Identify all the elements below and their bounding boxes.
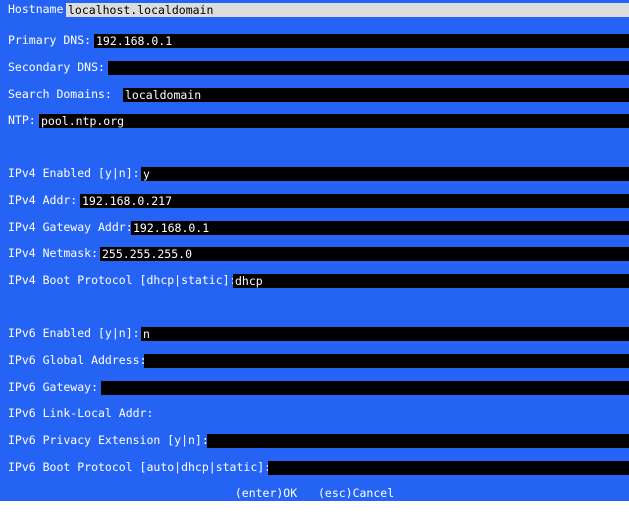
ipv6-boot-protocol-row: IPv6 Boot Protocol [auto|dhcp|static]: (0, 460, 629, 475)
ipv4-netmask-field[interactable]: 255.255.255.0 (100, 247, 629, 261)
hint-separator (304, 486, 311, 500)
ipv4-netmask-label: IPv4 Netmask: (8, 246, 105, 260)
ipv4-boot-protocol-label: IPv4 Boot Protocol [dhcp|static]: (8, 273, 244, 287)
search-domains-field[interactable]: localdomain (123, 88, 629, 102)
primary-dns-label: Primary DNS: (8, 33, 99, 47)
hostname-field[interactable]: localhost.localdomain (66, 3, 629, 17)
ntp-field[interactable]: pool.ntp.org (39, 114, 629, 128)
ntp-row: NTP: pool.ntp.org (0, 113, 629, 128)
ipv6-boot-protocol-label: IPv6 Boot Protocol [auto|dhcp|static]: (8, 460, 279, 474)
secondary-dns-row: Secondary DNS: (0, 60, 629, 75)
search-domains-row: Search Domains: localdomain (0, 87, 629, 102)
ipv6-gateway-row: IPv6 Gateway: (0, 380, 629, 395)
ipv6-global-address-row: IPv6 Global Address: (0, 353, 629, 368)
hostname-row: Hostname: localhost.localdomain (0, 2, 629, 17)
ipv4-enabled-field[interactable]: y (141, 167, 629, 181)
ipv4-enabled-label: IPv4 Enabled [y|n]: (8, 166, 147, 180)
ipv4-boot-protocol-field[interactable]: dhcp (233, 274, 629, 288)
cancel-key-hint[interactable]: (esc)Cancel (318, 486, 394, 500)
ipv6-privacy-extension-row: IPv6 Privacy Extension [y|n]: (0, 433, 629, 448)
ipv4-gateway-label: IPv4 Gateway Addr: (8, 220, 140, 234)
key-hints-footer: (enter)OK (esc)Cancel (0, 485, 629, 501)
ipv6-gateway-label: IPv6 Gateway: (8, 380, 105, 394)
ipv6-privacy-extension-label: IPv6 Privacy Extension [y|n]: (8, 433, 216, 447)
ipv6-enabled-label: IPv6 Enabled [y|n]: (8, 326, 147, 340)
ipv6-privacy-extension-field[interactable] (207, 434, 629, 448)
ipv4-enabled-row: IPv4 Enabled [y|n]: y (0, 166, 629, 181)
ok-key-hint[interactable]: (enter)OK (235, 486, 297, 500)
ipv6-link-local-label: IPv6 Link-Local Addr: (8, 406, 161, 420)
ipv6-gateway-field[interactable] (101, 381, 629, 395)
ipv4-boot-protocol-row: IPv4 Boot Protocol [dhcp|static]: dhcp (0, 273, 629, 288)
ipv4-addr-field[interactable]: 192.168.0.217 (80, 194, 629, 208)
ipv6-enabled-row: IPv6 Enabled [y|n]: n (0, 326, 629, 341)
ipv6-global-address-field[interactable] (144, 354, 629, 368)
ipv4-addr-row: IPv4 Addr: 192.168.0.217 (0, 193, 629, 208)
ipv6-enabled-field[interactable]: n (141, 327, 629, 341)
ipv4-gateway-field[interactable]: 192.168.0.1 (131, 221, 629, 235)
primary-dns-field[interactable]: 192.168.0.1 (94, 34, 629, 48)
secondary-dns-label: Secondary DNS: (8, 60, 112, 74)
ntp-label: NTP: (8, 113, 43, 127)
primary-dns-row: Primary DNS: 192.168.0.1 (0, 33, 629, 48)
ipv6-link-local-row: IPv6 Link-Local Addr: (0, 406, 629, 420)
secondary-dns-field[interactable] (108, 61, 629, 75)
ipv4-gateway-row: IPv4 Gateway Addr: 192.168.0.1 (0, 220, 629, 235)
network-config-screen: Hostname: localhost.localdomain Primary … (0, 0, 629, 501)
ipv4-netmask-row: IPv4 Netmask: 255.255.255.0 (0, 246, 629, 261)
ipv6-boot-protocol-field[interactable] (268, 461, 629, 475)
ipv4-addr-label: IPv4 Addr: (8, 193, 85, 207)
ipv6-global-address-label: IPv6 Global Address: (8, 353, 154, 367)
search-domains-label: Search Domains: (8, 87, 119, 101)
